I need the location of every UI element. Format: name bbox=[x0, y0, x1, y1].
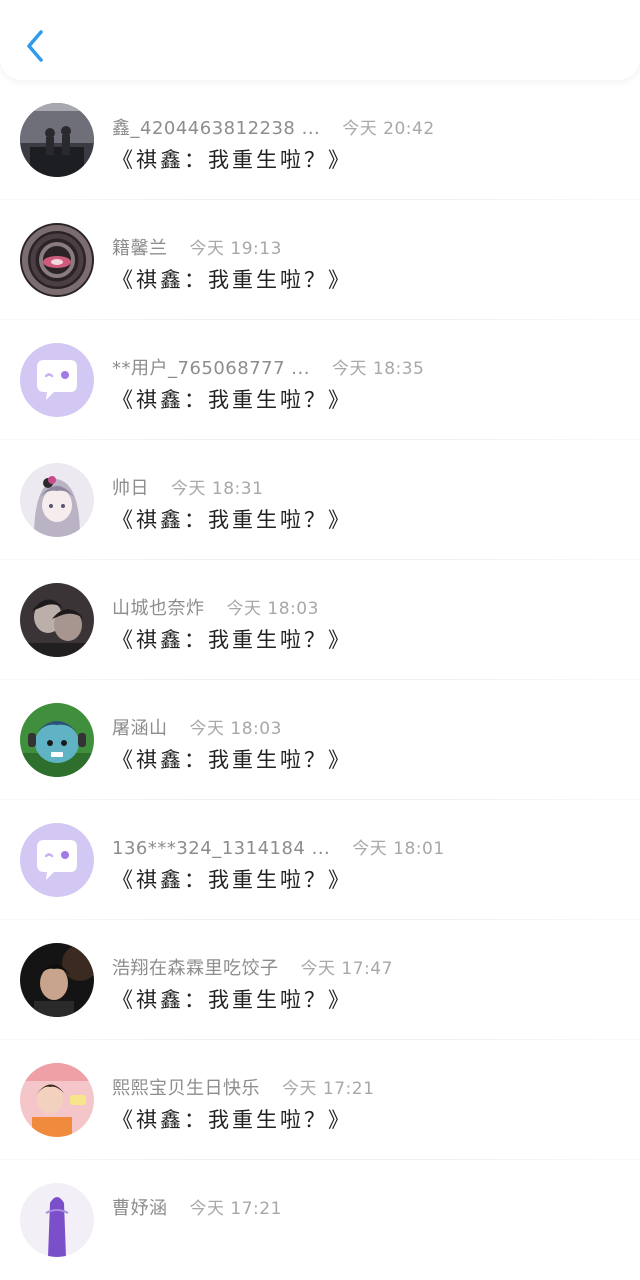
timestamp: 今天 18:03 bbox=[226, 599, 319, 619]
avatar[interactable] bbox=[20, 703, 94, 777]
avatar[interactable] bbox=[20, 583, 94, 657]
book-title: 《祺鑫：我重生啦？》 bbox=[112, 388, 352, 412]
back-button[interactable] bbox=[18, 24, 52, 68]
reader-list: 鑫_4204463812238 ... 今天 20:42 《祺鑫：我重生啦？》 … bbox=[0, 80, 640, 1280]
username[interactable]: 浩翔在森霖里吃饺子 bbox=[112, 954, 279, 980]
book-title: 《祺鑫：我重生啦？》 bbox=[112, 748, 352, 772]
list-item[interactable]: 熙熙宝贝生日快乐 今天 17:21 《祺鑫：我重生啦？》 bbox=[0, 1040, 640, 1160]
avatar[interactable] bbox=[20, 463, 94, 537]
list-item[interactable]: 屠涵山 今天 18:03 《祺鑫：我重生啦？》 bbox=[0, 680, 640, 800]
avatar[interactable] bbox=[20, 943, 94, 1017]
timestamp: 今天 18:31 bbox=[171, 479, 264, 499]
username[interactable]: 籍馨兰 bbox=[112, 234, 168, 260]
timestamp: 今天 17:21 bbox=[282, 1079, 375, 1099]
username[interactable]: 山城也奈炸 bbox=[112, 594, 205, 620]
book-title: 《祺鑫：我重生啦？》 bbox=[112, 628, 352, 652]
list-item[interactable]: 浩翔在森霖里吃饺子 今天 17:47 《祺鑫：我重生啦？》 bbox=[0, 920, 640, 1040]
book-title: 《祺鑫：我重生啦？》 bbox=[112, 148, 352, 172]
chevron-left-icon bbox=[27, 30, 43, 62]
timestamp: 今天 20:42 bbox=[342, 119, 435, 139]
list-item[interactable]: 鑫_4204463812238 ... 今天 20:42 《祺鑫：我重生啦？》 bbox=[0, 80, 640, 200]
book-title: 《祺鑫：我重生啦？》 bbox=[112, 508, 352, 532]
username[interactable]: 熙熙宝贝生日快乐 bbox=[112, 1074, 260, 1100]
avatar[interactable] bbox=[20, 223, 94, 297]
list-item[interactable]: 山城也奈炸 今天 18:03 《祺鑫：我重生啦？》 bbox=[0, 560, 640, 680]
timestamp: 今天 18:35 bbox=[331, 359, 425, 379]
username[interactable]: 136***324_1314184 ... bbox=[112, 838, 330, 859]
avatar[interactable] bbox=[20, 1183, 94, 1257]
list-item[interactable]: 曹妤涵 今天 17:21 bbox=[0, 1160, 640, 1280]
timestamp: 今天 17:21 bbox=[189, 1199, 282, 1219]
avatar[interactable] bbox=[20, 103, 94, 177]
book-title: 《祺鑫：我重生啦？》 bbox=[112, 1108, 352, 1132]
timestamp: 今天 18:01 bbox=[352, 839, 445, 859]
timestamp: 今天 18:03 bbox=[189, 719, 282, 739]
timestamp: 今天 17:47 bbox=[300, 959, 393, 979]
list-item[interactable]: 136***324_1314184 ... 今天 18:01 《祺鑫：我重生啦？… bbox=[0, 800, 640, 920]
timestamp: 今天 19:13 bbox=[189, 239, 282, 259]
list-item[interactable]: 籍馨兰 今天 19:13 《祺鑫：我重生啦？》 bbox=[0, 200, 640, 320]
book-title: 《祺鑫：我重生啦？》 bbox=[112, 988, 352, 1012]
avatar[interactable] bbox=[20, 343, 94, 417]
book-title: 《祺鑫：我重生啦？》 bbox=[112, 268, 352, 292]
top-bar bbox=[0, 0, 640, 80]
username[interactable]: 鑫_4204463812238 ... bbox=[112, 114, 320, 140]
book-title: 《祺鑫：我重生啦？》 bbox=[112, 868, 352, 892]
username[interactable]: 帅日 bbox=[112, 474, 149, 500]
username[interactable]: 曹妤涵 bbox=[112, 1194, 168, 1220]
avatar[interactable] bbox=[20, 1063, 94, 1137]
avatar[interactable] bbox=[20, 823, 94, 897]
username[interactable]: 屠涵山 bbox=[112, 714, 168, 740]
list-item[interactable]: 帅日 今天 18:31 《祺鑫：我重生啦？》 bbox=[0, 440, 640, 560]
username[interactable]: **用户_765068777 ... bbox=[112, 354, 310, 380]
list-item[interactable]: **用户_765068777 ... 今天 18:35 《祺鑫：我重生啦？》 bbox=[0, 320, 640, 440]
